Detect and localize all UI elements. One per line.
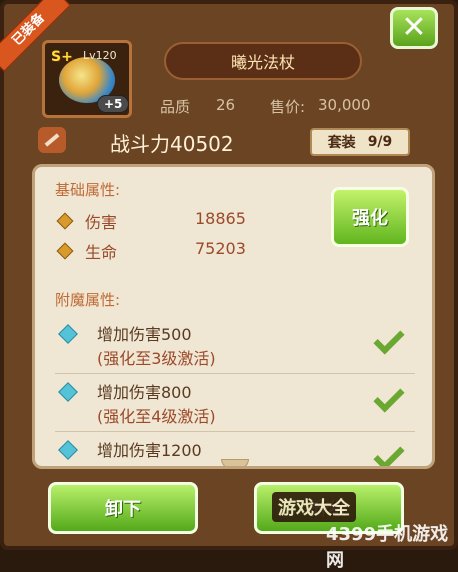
- attr-value: 75203: [195, 239, 246, 258]
- enchant-bonus: 增加伤害500: [97, 325, 192, 344]
- check-icon: [373, 323, 405, 355]
- watermark-logo: 游戏大全: [272, 492, 356, 522]
- gem-icon: [58, 382, 78, 402]
- check-icon: [373, 439, 405, 466]
- attr-name: 伤害: [85, 213, 118, 232]
- price-label: 售价:: [270, 98, 306, 116]
- scroll-down-indicator: [221, 459, 249, 466]
- attributes-panel[interactable]: 基础属性: 伤害 18865 生命 75203 强化 附魔属性: 增加伤害500…: [32, 164, 435, 469]
- gem-icon: [58, 440, 78, 460]
- list-item: 增加伤害800 (强化至4级激活): [55, 377, 415, 432]
- item-icon[interactable]: S+ Lv120 +5: [42, 40, 132, 118]
- price-value: 30,000: [318, 96, 371, 114]
- quality-value: 26: [216, 96, 236, 114]
- close-button[interactable]: ✕: [390, 7, 438, 49]
- equipment-detail-dialog: 已装备 ✕ S+ Lv120 +5 曦光法杖 品质 26 售价: 30,000 …: [0, 0, 458, 571]
- enchant-bonus: 增加伤害1200: [97, 441, 202, 460]
- item-name: 曦光法杖: [164, 42, 362, 80]
- watermark-site: 4399手机游戏网: [326, 524, 449, 571]
- enchant-condition: (强化至4级激活): [97, 407, 216, 426]
- list-item: 增加伤害500 (强化至3级激活): [55, 319, 415, 374]
- diamond-icon: [56, 242, 74, 260]
- attr-name: 生命: [85, 243, 118, 262]
- gem-icon: [58, 324, 78, 344]
- item-grade: S+: [51, 49, 73, 65]
- diamond-icon: [56, 212, 74, 230]
- attr-value: 18865: [195, 209, 246, 228]
- sword-icon: [38, 127, 66, 153]
- set-label: 套装: [327, 135, 356, 151]
- enchant-bonus: 增加伤害800: [97, 383, 192, 402]
- unequip-button[interactable]: 卸下: [48, 482, 198, 534]
- watermark: 游戏大全 4399手机游戏网: [272, 492, 458, 571]
- base-attributes-title: 基础属性:: [55, 181, 121, 199]
- quality-label: 品质: [160, 98, 191, 116]
- enchant-condition: (强化至3级激活): [97, 349, 216, 368]
- enchant-attributes-title: 附魔属性:: [55, 291, 121, 309]
- close-icon: ✕: [401, 10, 427, 45]
- check-icon: [373, 381, 405, 413]
- set-count: 9/9: [367, 134, 393, 150]
- combat-power: 战斗力40502: [110, 132, 234, 156]
- item-level: Lv120: [83, 49, 117, 62]
- set-button[interactable]: 套装 9/9: [310, 128, 410, 156]
- enhance-level-badge: +5: [97, 95, 130, 113]
- enhance-button[interactable]: 强化: [331, 187, 409, 247]
